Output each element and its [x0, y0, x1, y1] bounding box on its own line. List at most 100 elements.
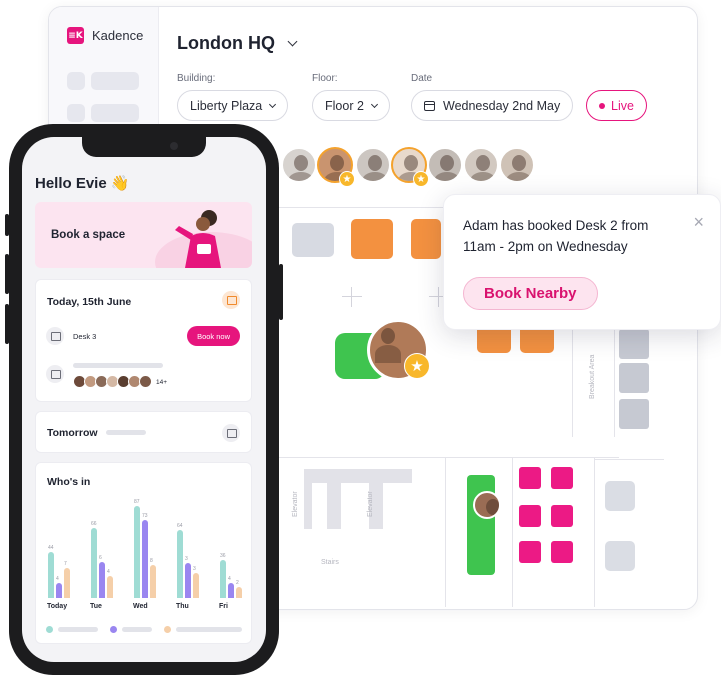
- plus-icon: [342, 287, 362, 307]
- bar-value-label: 3: [193, 565, 196, 572]
- location-selector[interactable]: London HQ: [177, 33, 298, 54]
- legend-placeholder: [122, 627, 152, 632]
- wall: [572, 327, 573, 437]
- elevator-label: Elevator: [367, 491, 374, 517]
- sidebar-nav-icon-placeholder[interactable]: [67, 72, 85, 90]
- book-now-button[interactable]: Book now: [187, 326, 240, 346]
- avatar[interactable]: [499, 147, 535, 183]
- today-card: Today, 15th June Desk 3 Book now 14+: [35, 279, 252, 402]
- wall: [614, 327, 615, 437]
- avatar[interactable]: [281, 147, 317, 183]
- mobile-device: Hello Evie 👋 Book a space Today, 15th Ju…: [5, 124, 283, 675]
- logo-mark-icon: ≡K: [67, 27, 84, 44]
- legend-placeholder: [58, 627, 98, 632]
- desk-booked[interactable]: [411, 219, 441, 259]
- legend-dot-teal: [46, 626, 53, 633]
- bar-value-label: 7: [64, 561, 67, 568]
- placeholder-bar: [73, 363, 163, 368]
- bar-value-label: 44: [48, 544, 54, 551]
- bar-value-label: 66: [91, 521, 97, 528]
- date-value: Wednesday 2nd May: [443, 98, 561, 113]
- breakout-area-label: Breakout Area: [589, 354, 596, 399]
- phone-side-button: [279, 264, 283, 320]
- building-icon: [222, 424, 240, 442]
- building-dropdown[interactable]: Liberty Plaza: [177, 90, 289, 121]
- desk-booked-pink[interactable]: [519, 541, 541, 563]
- tomorrow-card[interactable]: Tomorrow: [35, 411, 252, 453]
- building-icon: [222, 291, 240, 309]
- chart-bar: [150, 565, 156, 598]
- chart-bar: [228, 583, 234, 598]
- avatar: [139, 375, 152, 388]
- desk-available[interactable]: [619, 329, 649, 359]
- chevron-down-icon: [269, 100, 277, 109]
- app-name: Kadence: [92, 28, 144, 43]
- building-value: Liberty Plaza: [190, 98, 263, 113]
- avatar[interactable]: [463, 147, 499, 183]
- elevator-label: Elevator: [292, 491, 299, 517]
- desk-available[interactable]: [605, 541, 635, 571]
- desk-booked-pink[interactable]: [551, 541, 573, 563]
- bar-value-label: 3: [185, 556, 188, 563]
- chart-bar: [64, 568, 70, 598]
- bar-value-label: 6: [99, 555, 102, 562]
- wall: [445, 457, 446, 607]
- bar-value-label: 4: [228, 576, 231, 583]
- live-label: Live: [611, 98, 634, 113]
- whos-in-card: Who's in 44 4 7 Today 66 6 4 Tue 87 73 8 Wed 64 3 3 Thu…: [35, 462, 252, 644]
- attendee-count: 14+: [156, 379, 168, 386]
- bar-value-label: 4: [107, 568, 110, 575]
- page-title: London HQ: [177, 33, 275, 53]
- chart-bar: [134, 506, 140, 598]
- sidebar-nav-item-placeholder[interactable]: [91, 72, 139, 90]
- wall: [279, 457, 619, 458]
- desk-available[interactable]: [605, 481, 635, 511]
- sidebar-nav-icon-placeholder[interactable]: [67, 104, 85, 122]
- phone-side-button: [5, 254, 9, 294]
- wall: [512, 457, 513, 607]
- chart-bar: [142, 519, 148, 598]
- desk-available[interactable]: [619, 363, 649, 393]
- live-dot-icon: [599, 102, 605, 109]
- whos-in-chart: 44 4 7 Today 66 6 4 Tue 87 73 8 Wed 64 3 3 Thu 36 4 2 Fri: [36, 463, 253, 645]
- floor-label: Floor:: [312, 73, 338, 84]
- sidebar-nav-item-placeholder[interactable]: [91, 104, 139, 122]
- elevator-wall: [304, 483, 312, 529]
- book-nearby-button[interactable]: Book Nearby: [463, 277, 598, 310]
- user-avatar[interactable]: [473, 491, 501, 519]
- bar-value-label: 36: [220, 553, 226, 559]
- chart-bar: [91, 528, 97, 598]
- desk-booked-pink[interactable]: [519, 467, 541, 489]
- desk-booked[interactable]: [351, 219, 393, 259]
- legend-dot-peach: [164, 626, 171, 633]
- app-logo[interactable]: ≡K Kadence: [67, 27, 143, 44]
- stairs-label: Stairs: [321, 559, 339, 566]
- book-a-space-banner[interactable]: Book a space: [35, 202, 252, 268]
- desk-available[interactable]: [292, 223, 334, 257]
- desk-booked-pink[interactable]: [519, 505, 541, 527]
- desk-booked-pink[interactable]: [551, 467, 573, 489]
- desk-available[interactable]: [619, 399, 649, 429]
- star-icon: ★: [404, 353, 430, 379]
- chart-bar: [48, 551, 54, 598]
- chart-bar: [185, 563, 191, 598]
- desk-label: Desk 3: [73, 332, 97, 341]
- bar-value-label: 64: [177, 523, 183, 530]
- chart-bar: [177, 530, 183, 598]
- close-icon[interactable]: ×: [693, 213, 704, 231]
- day-label: Thu: [176, 603, 189, 610]
- desk-icon: [46, 327, 64, 345]
- desk-booked-pink[interactable]: [551, 505, 573, 527]
- floor-dropdown[interactable]: Floor 2: [312, 90, 390, 121]
- banner-label: Book a space: [51, 229, 126, 241]
- chevron-down-icon: [287, 36, 298, 47]
- building-icon: [46, 365, 64, 383]
- desk-available-green[interactable]: [467, 475, 495, 575]
- live-toggle[interactable]: Live: [586, 90, 647, 121]
- tomorrow-title: Tomorrow: [47, 427, 98, 439]
- avatar[interactable]: [355, 147, 391, 183]
- date-picker[interactable]: Wednesday 2nd May: [411, 90, 574, 121]
- avatar[interactable]: [427, 147, 463, 183]
- greeting: Hello Evie 👋: [35, 175, 130, 192]
- chart-bar: [56, 583, 62, 598]
